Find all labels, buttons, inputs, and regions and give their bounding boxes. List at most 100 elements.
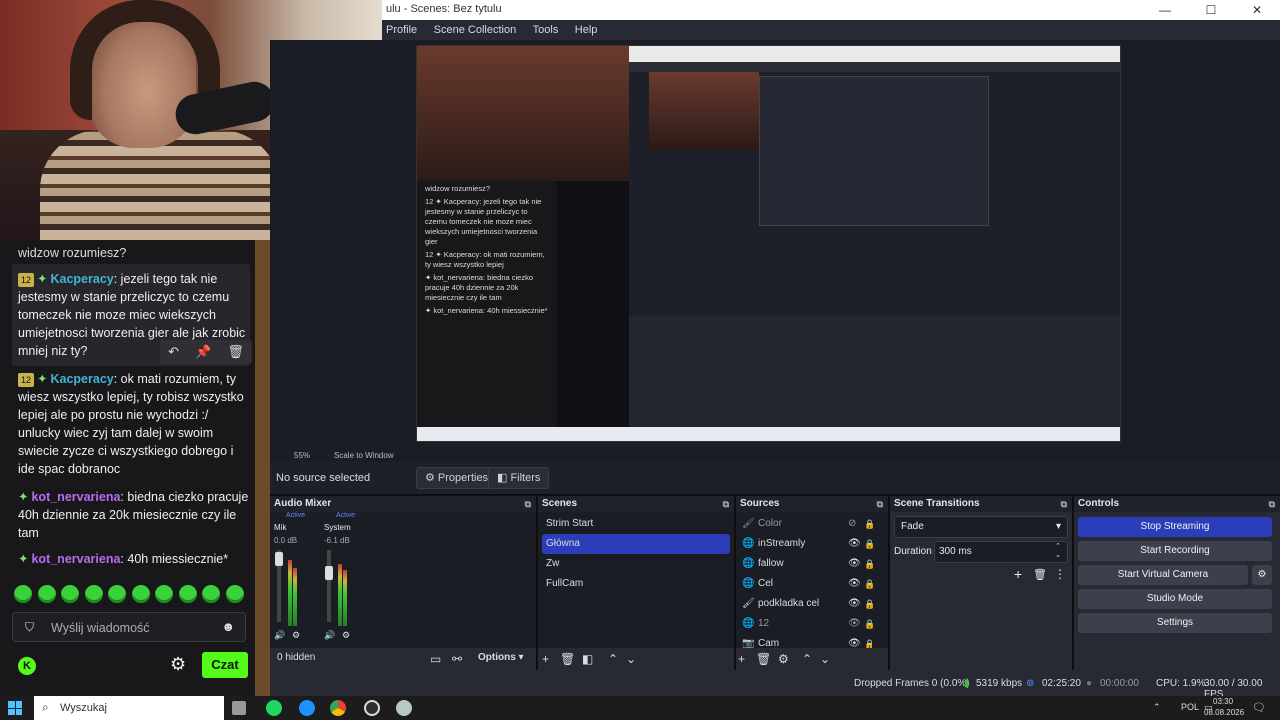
- down-icon[interactable]: ⌄: [820, 652, 830, 666]
- chat-username[interactable]: Kacperacy: [50, 272, 113, 286]
- source-item[interactable]: 🖌 podkladka cel 👁 🔒: [738, 594, 875, 614]
- start-recording-button[interactable]: Start Recording: [1078, 541, 1272, 561]
- volume-slider[interactable]: [325, 566, 333, 580]
- trash-icon[interactable]: 🗑: [560, 652, 575, 666]
- menu-help[interactable]: Help: [575, 20, 598, 40]
- eye-icon[interactable]: 👁: [848, 554, 861, 574]
- eye-hidden-icon[interactable]: ⊘: [848, 514, 856, 534]
- maximize-button[interactable]: ☐: [1188, 0, 1234, 20]
- chrome-icon[interactable]: [330, 700, 346, 716]
- minimize-button[interactable]: —: [1142, 0, 1188, 20]
- spotify-icon[interactable]: [266, 700, 282, 716]
- clock-time[interactable]: 03:30: [1213, 697, 1233, 706]
- menu-scene-collection[interactable]: Scene Collection: [434, 20, 517, 40]
- chat-input[interactable]: ⛉ Wyślij wiadomość ☻: [12, 612, 246, 642]
- windows-start-icon[interactable]: [8, 701, 22, 715]
- menu-tools[interactable]: Tools: [533, 20, 559, 40]
- chat-send-button[interactable]: Czat: [202, 652, 248, 678]
- options-button[interactable]: Options ▾: [478, 652, 524, 663]
- filter-icon[interactable]: ◧: [582, 652, 593, 666]
- add-icon[interactable]: +: [1014, 566, 1022, 582]
- popout-icon[interactable]: ⧉: [1269, 496, 1275, 512]
- up-icon[interactable]: ⌃: [608, 652, 618, 666]
- preview-canvas[interactable]: widzow rozumiesz? 12 ✦ Kacperacy: jezeli…: [270, 40, 1280, 448]
- eye-icon[interactable]: 👁: [848, 634, 861, 648]
- emote-icon[interactable]: [155, 585, 174, 603]
- close-button[interactable]: ✕: [1234, 0, 1280, 20]
- popout-icon[interactable]: ⧉: [1061, 496, 1067, 512]
- taskbar-search[interactable]: ⌕ Wyszukaj: [34, 696, 224, 720]
- emote-icon[interactable]: [202, 585, 221, 603]
- kick-icon[interactable]: K: [18, 657, 36, 675]
- task-view-icon[interactable]: [232, 701, 246, 715]
- menu-profile[interactable]: Profile: [386, 20, 417, 40]
- language-indicator[interactable]: POL: [1181, 702, 1199, 712]
- zoom-level[interactable]: 55%: [294, 451, 310, 460]
- popout-icon[interactable]: ⧉: [525, 496, 531, 512]
- studio-mode-button[interactable]: Studio Mode: [1078, 589, 1272, 609]
- scene-item[interactable]: FullCam: [542, 574, 730, 594]
- obs-icon[interactable]: [364, 700, 380, 716]
- source-item[interactable]: 📷 Cam 👁 🔒: [738, 634, 872, 648]
- start-virtual-camera-button[interactable]: Start Virtual Camera: [1078, 565, 1248, 585]
- popout-icon[interactable]: ⧉: [877, 496, 883, 512]
- scale-mode[interactable]: Scale to Window: [334, 451, 394, 460]
- gear-icon[interactable]: ⚙: [292, 630, 300, 641]
- chat-username[interactable]: kot_nervariena: [31, 490, 120, 504]
- speaker-icon[interactable]: 🔊: [324, 630, 335, 641]
- source-item[interactable]: 🌐 12 👁 🔒: [738, 614, 875, 634]
- lock-icon[interactable]: 🔒: [864, 594, 875, 614]
- eye-icon[interactable]: 👁: [848, 594, 861, 614]
- popout-icon[interactable]: ⧉: [723, 496, 729, 512]
- source-item[interactable]: 🌐 Cel 👁 🔒: [738, 574, 875, 594]
- up-icon[interactable]: ⌃: [802, 652, 812, 666]
- layout-icon[interactable]: ▭: [430, 652, 441, 666]
- delete-icon[interactable]: 🗑: [227, 344, 244, 360]
- source-item[interactable]: 🌐 inStreamly 👁 🔒: [738, 534, 875, 554]
- source-item[interactable]: 🖌 Color ⊘ 🔒: [738, 514, 875, 534]
- down-icon[interactable]: ⌄: [626, 652, 636, 666]
- emote-icon[interactable]: [178, 585, 197, 603]
- emote-icon[interactable]: [37, 585, 56, 603]
- chat-username[interactable]: kot_nervariena: [31, 552, 120, 566]
- chat-username[interactable]: Kacperacy: [50, 372, 113, 386]
- link-icon[interactable]: ⚯: [452, 652, 462, 666]
- gear-icon[interactable]: ⚙: [170, 654, 186, 675]
- emote-icon[interactable]: [14, 585, 32, 603]
- emote-icon[interactable]: [84, 585, 103, 603]
- chevron-up-icon[interactable]: ⌃: [1153, 702, 1161, 713]
- lock-icon[interactable]: 🔒: [864, 634, 872, 648]
- add-icon[interactable]: +: [542, 652, 549, 666]
- lock-icon[interactable]: 🔒: [864, 514, 875, 534]
- emote-icon[interactable]: [225, 585, 244, 603]
- settings-button[interactable]: Settings: [1078, 613, 1272, 633]
- pin-icon[interactable]: 📌: [195, 344, 211, 360]
- duration-spinbox[interactable]: 300 ms ⌃ ⌄: [934, 541, 1068, 563]
- lock-icon[interactable]: 🔒: [864, 554, 875, 574]
- lock-icon[interactable]: 🔒: [864, 614, 875, 634]
- gear-icon[interactable]: ⚙: [342, 630, 350, 641]
- app-icon[interactable]: [396, 700, 412, 716]
- trash-icon[interactable]: 🗑: [756, 652, 771, 666]
- eye-icon[interactable]: 👁: [848, 534, 861, 554]
- gear-icon[interactable]: ⚙: [778, 652, 789, 666]
- add-icon[interactable]: +: [738, 652, 745, 666]
- clock-date[interactable]: 08.08.2026: [1204, 708, 1244, 717]
- scene-item[interactable]: Zw: [542, 554, 730, 574]
- scene-item[interactable]: Strim Start: [542, 514, 730, 534]
- filters-button[interactable]: ◧ Filters: [488, 467, 550, 489]
- notification-icon[interactable]: 🗨: [1252, 701, 1266, 714]
- gear-icon[interactable]: ⚙: [1252, 565, 1272, 585]
- emote-icon[interactable]: [108, 585, 127, 603]
- scene-item-selected[interactable]: Główna: [542, 534, 730, 554]
- eye-icon[interactable]: 👁: [848, 574, 861, 594]
- reply-icon[interactable]: ↶: [168, 344, 179, 360]
- emoji-icon[interactable]: ☻: [221, 619, 235, 634]
- source-item[interactable]: 🌐 fallow 👁 🔒: [738, 554, 875, 574]
- volume-slider[interactable]: [275, 552, 283, 566]
- lock-icon[interactable]: 🔒: [864, 534, 875, 554]
- stop-streaming-button[interactable]: Stop Streaming: [1078, 517, 1272, 537]
- lock-icon[interactable]: 🔒: [864, 574, 875, 594]
- eye-icon[interactable]: 👁: [848, 614, 861, 634]
- properties-button[interactable]: ⚙ Properties: [416, 467, 498, 489]
